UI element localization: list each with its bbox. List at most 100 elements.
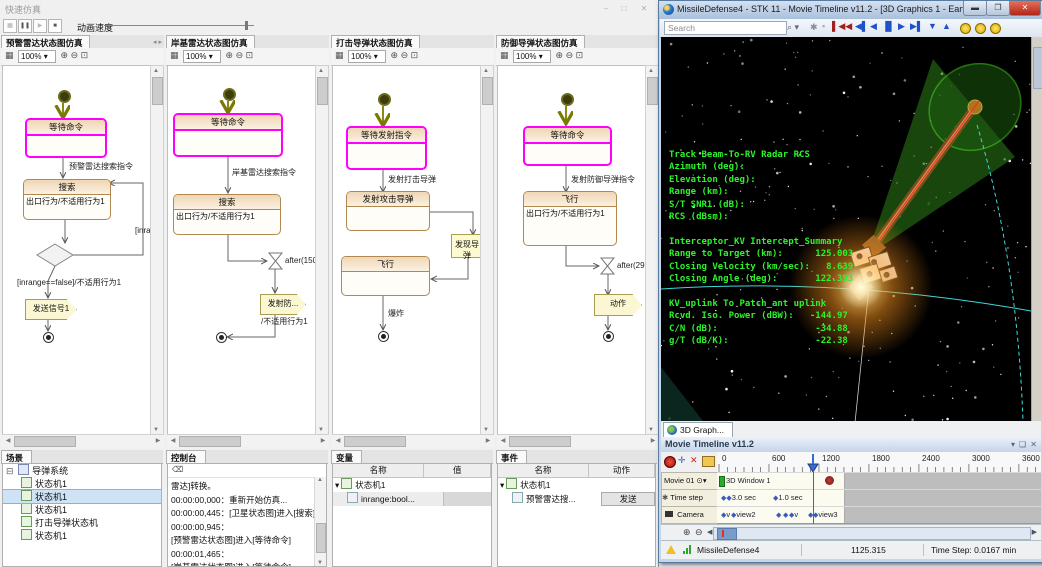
resume-button[interactable]: ▶ [33, 19, 47, 33]
horizontal-scrollbar[interactable]: ◀▶ [2, 434, 164, 447]
warning-icon[interactable] [666, 545, 676, 554]
events-root-row[interactable]: ▾ 状态机1 [498, 478, 655, 492]
speed-slider-thumb[interactable] [245, 21, 248, 30]
scene-item[interactable]: 状态机1 [3, 490, 161, 503]
statechart-canvas-2[interactable]: 等待命令 岸基雷达搜索指令 搜索 出口行为/不适用行为1 after(1500m… [167, 65, 317, 436]
time-options-icon-2[interactable] [990, 23, 1001, 34]
record-icon[interactable] [664, 456, 676, 468]
tab-scene[interactable]: 场景 [1, 450, 32, 464]
state-wait-command[interactable]: 等待命令 [173, 113, 283, 157]
scroll-right-arrow[interactable]: ▶ [1032, 528, 1037, 536]
timeline-scrollbar-thumb[interactable] [717, 528, 737, 540]
found-missile-box[interactable]: 发现导弹 [451, 234, 482, 258]
fit-icon[interactable]: ⊡ [576, 50, 584, 61]
step-forward-button[interactable]: ▶▌ [910, 21, 923, 32]
movie-track-label[interactable]: Movie 01 ⊙▾ [661, 472, 719, 490]
search-icon[interactable]: ⌕ ▾ [787, 22, 799, 33]
step-back-button[interactable]: ◀▌ [855, 21, 868, 32]
send-signal-shape[interactable]: 动作 [594, 294, 642, 316]
grid-icon[interactable]: ▦ [170, 50, 179, 61]
pause-button[interactable]: ▐▌ [882, 21, 895, 31]
tab-defense-missile[interactable]: 防御导弹状态图仿真 [496, 35, 585, 49]
tab-3d-graphics[interactable]: 3D Graph... [663, 422, 733, 437]
timeline-zoom-in-icon[interactable]: ⊕ [683, 527, 691, 538]
track-marker[interactable]: ◆v [721, 510, 730, 519]
vertical-scrollbar[interactable]: ▲▼ [150, 65, 164, 436]
camera-track-label[interactable]: Camera [661, 506, 719, 524]
send-event-button[interactable]: 发送 [601, 492, 655, 506]
decrease-step-button[interactable]: ▼ [928, 21, 937, 31]
scene-item[interactable]: 打击导弹状态机 [3, 516, 161, 529]
time-cursor-line[interactable] [813, 466, 814, 524]
vertical-scrollbar[interactable]: ▲▼ [315, 65, 329, 436]
tab-pager-icons[interactable]: ◂ ▸ [153, 38, 162, 46]
zoom-in-icon[interactable]: ⊕ [61, 50, 69, 61]
zoom-combo[interactable]: 100% ▾ [513, 50, 551, 63]
fit-icon[interactable]: ⊡ [246, 50, 254, 61]
maximize-button[interactable]: □ [616, 3, 632, 15]
horizontal-scrollbar[interactable]: ◀▶ [167, 434, 329, 447]
stk-minimize-button[interactable]: ▬ [963, 1, 987, 16]
zoom-combo[interactable]: 100% ▾ [183, 50, 221, 63]
3d-view-scrollbar[interactable] [1031, 37, 1042, 421]
stk-maximize-button[interactable]: ❐ [986, 1, 1010, 16]
fit-icon[interactable]: ⊡ [411, 50, 419, 61]
timestep-track-label[interactable]: ✱ Time step [661, 489, 719, 507]
state-launch-attack-missile[interactable]: 发射攻击导弹 [346, 191, 430, 231]
grid-icon[interactable]: ▦ [335, 50, 344, 61]
clear-console-icon[interactable]: ⌫ [172, 465, 183, 474]
close-button[interactable]: ✕ [636, 3, 652, 15]
statechart-canvas-4[interactable]: 等待命令 发射防御导弹指令 飞行 出口行为/不适用行为1 after(2900m… [497, 65, 647, 436]
record-button[interactable]: ▦ [3, 19, 17, 33]
folder-icon[interactable] [702, 456, 715, 467]
clip-start-marker[interactable] [719, 476, 725, 487]
scene-item[interactable]: 状态机1 [3, 529, 161, 542]
track-marker[interactable]: ◆view2 [731, 510, 756, 519]
statechart-canvas-3[interactable]: 等待发射指令 发射打击导弹 发射攻击导弹 发现导弹 飞行 爆炸 [332, 65, 482, 436]
play-forward-button[interactable]: ▶ [898, 21, 905, 32]
track-marker[interactable]: ◆view3 [813, 510, 838, 519]
fit-icon[interactable]: ⊡ [81, 50, 89, 61]
send-signal-shape[interactable]: 发送信号1 [25, 299, 77, 320]
stk-close-button[interactable]: ✕ [1009, 1, 1041, 16]
tab-console[interactable]: 控制台 [166, 450, 206, 464]
scene-item[interactable]: 状态机1 [3, 503, 161, 516]
3d-graphics-view[interactable]: Track Beam-To-RV Radar RCS Azimuth (deg)… [661, 37, 1031, 421]
zoom-in-icon[interactable]: ⊕ [226, 50, 234, 61]
state-search[interactable]: 搜索 出口行为/不适用行为1 [173, 194, 281, 235]
state-wait-launch-command[interactable]: 等待发射指令 [346, 126, 427, 170]
timeline-ruler[interactable]: 060012001800240030003600 [717, 452, 1041, 473]
movie-track[interactable]: 3D Window 1 [717, 472, 1041, 490]
gear-icon[interactable]: ✱ [810, 22, 818, 33]
zoom-out-icon[interactable]: ⊖ [566, 50, 574, 61]
vertical-scrollbar[interactable]: ▲▼ [480, 65, 494, 436]
track-marker[interactable]: ◆ [783, 510, 788, 519]
timeline-dropdown-icon[interactable]: ▾ [1011, 440, 1015, 449]
console-scrollbar[interactable]: ▲ ▼ [314, 477, 326, 566]
zoom-out-icon[interactable]: ⊖ [236, 50, 244, 61]
tab-early-warning-radar[interactable]: 预警雷达状态图仿真 [1, 35, 90, 49]
grid-icon[interactable]: ▦ [5, 50, 14, 61]
zoom-out-icon[interactable]: ⊖ [71, 50, 79, 61]
delete-track-icon[interactable]: ✕ [690, 455, 698, 466]
tab-variables[interactable]: 变量 [331, 450, 362, 464]
state-search[interactable]: 搜索 出口行为/不适用行为1 [23, 179, 111, 220]
play-backward-button[interactable]: ◀ [870, 21, 877, 32]
tab-shore-radar[interactable]: 岸基雷达状态图仿真 [166, 35, 255, 49]
track-marker[interactable]: ◆v [789, 510, 798, 519]
zoom-in-icon[interactable]: ⊕ [391, 50, 399, 61]
add-track-icon[interactable]: ✛ [678, 455, 686, 466]
scene-item[interactable]: 状态机1 [3, 477, 161, 490]
track-marker[interactable]: ◆ [776, 510, 781, 519]
chevron-down-icon[interactable]: ▾ [703, 476, 707, 485]
timeline-pin-icon[interactable]: ❏ [1019, 440, 1026, 449]
horizontal-scrollbar[interactable]: ◀▶ [332, 434, 494, 447]
search-input[interactable]: Search [664, 21, 787, 35]
zoom-combo[interactable]: 100% ▾ [348, 50, 386, 63]
statechart-canvas-1[interactable]: 等待命令 预警雷达搜索指令 搜索 出口行为/不适用行为1 [inra [inra… [2, 65, 152, 436]
zoom-in-icon[interactable]: ⊕ [556, 50, 564, 61]
track-marker[interactable]: ◆◆3.0 sec [721, 493, 756, 502]
clip-end-marker[interactable] [825, 476, 834, 485]
timestep-track[interactable]: ◆◆3.0 sec◆1.0 sec [717, 489, 1041, 507]
variable-row[interactable]: inrange:bool... [333, 492, 491, 506]
